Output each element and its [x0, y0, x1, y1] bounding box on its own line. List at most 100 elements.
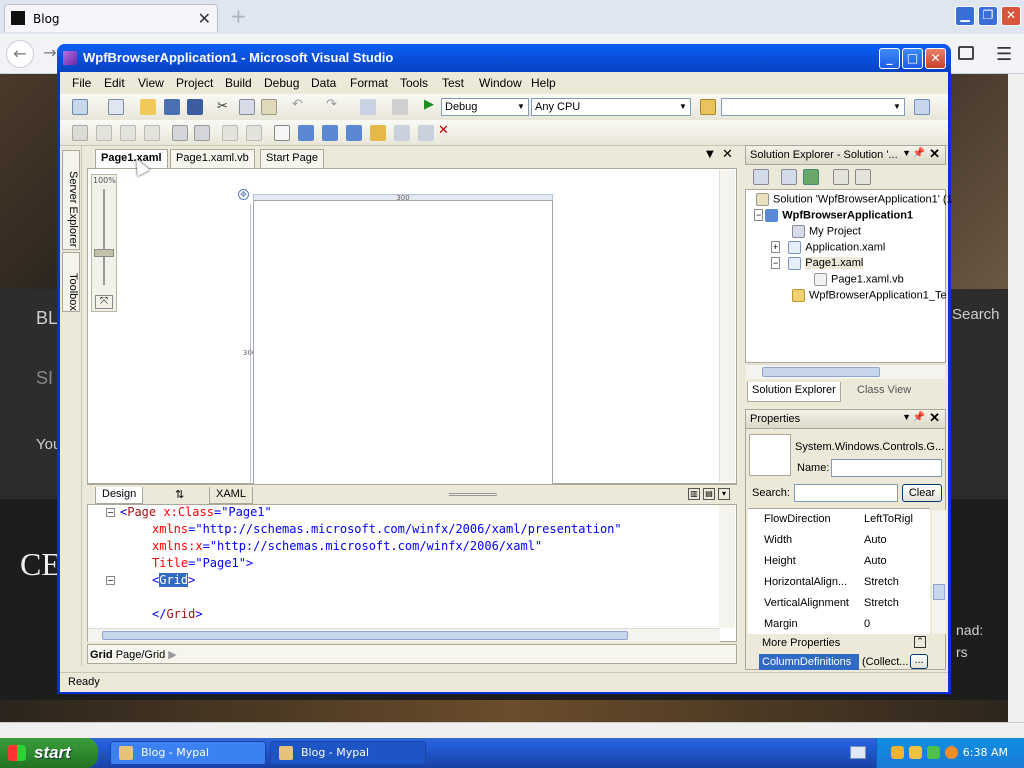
column-definitions-property[interactable]: ColumnDefinitions [759, 654, 859, 670]
class-view-tab[interactable]: Class View [853, 384, 915, 396]
network-icon[interactable] [927, 746, 940, 759]
undo-icon[interactable]: ↶ [292, 97, 308, 113]
tab-close-icon[interactable]: ✕ [198, 9, 211, 28]
splitter-grip[interactable] [449, 493, 497, 496]
navigate-forward-icon[interactable] [392, 99, 408, 115]
property-row[interactable]: Margin 0 [748, 614, 928, 635]
page-canvas[interactable] [253, 200, 553, 484]
search-icon[interactable] [945, 746, 958, 759]
open-file-icon[interactable] [140, 99, 156, 115]
property-row[interactable]: FlowDirection LeftToRigl [748, 509, 928, 530]
show-all-files-icon[interactable] [781, 169, 797, 185]
menu-view[interactable]: View [138, 76, 164, 90]
fit-to-window-icon[interactable]: ⤧ [95, 295, 113, 309]
vs-close-button[interactable]: ✕ [925, 48, 946, 69]
page-search-link[interactable]: Search [952, 306, 1000, 323]
designer-vertical-scrollbar[interactable] [719, 170, 735, 482]
breadcrumb-current[interactable]: Grid [90, 649, 113, 661]
breadcrumb-path[interactable]: Page/Grid [116, 649, 166, 661]
pin-icon[interactable]: 📌 [913, 148, 925, 159]
pane-dropdown-icon[interactable]: ▼ [902, 412, 911, 422]
cut-icon[interactable]: ✂ [217, 99, 233, 115]
menu-project[interactable]: Project [176, 76, 213, 90]
align-icon[interactable] [96, 125, 112, 141]
collection-editor-button[interactable]: ... [910, 654, 928, 669]
clear-button[interactable]: Clear [902, 484, 942, 502]
tree-item-application-xaml[interactable]: + Application.xaml [771, 241, 885, 254]
tab-page1-xaml-vb[interactable]: Page1.xaml.vb [170, 149, 255, 168]
tray-app-icon[interactable] [891, 746, 904, 759]
text-icon[interactable] [144, 125, 160, 141]
new-tab-button[interactable]: + [230, 4, 247, 28]
clear-bookmarks-icon[interactable]: ✕ [438, 123, 454, 139]
page-nav-blog[interactable]: BL [36, 308, 58, 329]
collapse-pane-icon[interactable]: ▾ [718, 488, 730, 500]
property-value[interactable]: Stretch [864, 576, 899, 588]
doc-close-icon[interactable]: ✕ [722, 147, 733, 162]
zoom-thumb[interactable] [94, 249, 114, 257]
redo-icon[interactable]: ↷ [326, 97, 342, 113]
taskbar-button-mypal-2[interactable]: Blog - Mypal [270, 741, 426, 765]
horizontal-split-icon[interactable]: ▤ [703, 488, 715, 500]
tab-start-page[interactable]: Start Page [260, 149, 324, 168]
solution-explorer-tab[interactable]: Solution Explorer [747, 382, 841, 402]
property-row[interactable]: Height Auto [748, 551, 928, 572]
hscroll-thumb[interactable] [762, 367, 880, 377]
menu-icon[interactable]: ☰ [996, 44, 1012, 65]
vertical-split-icon[interactable]: ▥ [688, 488, 700, 500]
save-icon[interactable] [164, 99, 180, 115]
bookmark-doc-next-icon[interactable] [418, 125, 434, 141]
browser-vertical-scrollbar[interactable] [1008, 74, 1024, 722]
indent-icon[interactable] [172, 125, 188, 141]
breadcrumb-arrow-icon[interactable]: ▶ [168, 649, 176, 661]
property-row[interactable]: VerticalAlignment Stretch [748, 593, 928, 614]
vs-minimize-button[interactable]: _ [879, 48, 900, 69]
start-button[interactable]: start [0, 738, 98, 768]
save-all-icon[interactable] [187, 99, 203, 115]
zoom-slider[interactable]: 100% ⤧ [91, 174, 117, 312]
back-button[interactable]: ← [6, 40, 34, 68]
menu-data[interactable]: Data [311, 76, 336, 90]
bookmark-folder-prev-icon[interactable] [346, 125, 362, 141]
scroll-thumb[interactable] [933, 584, 945, 600]
shield-icon[interactable] [909, 746, 922, 759]
navigate-backward-icon[interactable] [360, 99, 376, 115]
pane-close-icon[interactable]: ✕ [929, 146, 940, 162]
xaml-tab[interactable]: XAML [209, 487, 253, 504]
doc-dropdown-icon[interactable]: ▼ [706, 149, 714, 160]
tree-item-project[interactable]: − WpfBrowserApplication1 [754, 209, 913, 222]
bookmark-folder-next-icon[interactable] [370, 125, 386, 141]
start-debugging-icon[interactable]: ▶ [424, 97, 440, 113]
bookmark-doc-prev-icon[interactable] [394, 125, 410, 141]
menu-help[interactable]: Help [531, 76, 556, 90]
align-icon[interactable] [72, 125, 88, 141]
solution-platform-combo[interactable]: Any CPU ▼ [531, 98, 691, 116]
menu-edit[interactable]: Edit [104, 76, 125, 90]
move-handle-icon[interactable]: ✥ [238, 189, 249, 200]
copy-icon[interactable] [239, 99, 255, 115]
menu-debug[interactable]: Debug [264, 76, 299, 90]
toolbox-tab[interactable]: Toolbox [62, 252, 80, 312]
properties-search-input[interactable] [794, 484, 898, 502]
find-in-files-icon[interactable] [700, 99, 716, 115]
paste-icon[interactable] [261, 99, 277, 115]
browser-close-button[interactable]: ✕ [1001, 6, 1021, 26]
menu-tools[interactable]: Tools [400, 76, 428, 90]
vs-title-bar[interactable]: WpfBrowserApplication1 - Microsoft Visua… [57, 44, 951, 72]
collapse-outline-icon[interactable]: − [106, 508, 115, 517]
solution-tree-hscrollbar[interactable] [746, 364, 945, 379]
bookmark-next-icon[interactable] [322, 125, 338, 141]
solution-configuration-combo[interactable]: Debug ▼ [441, 98, 529, 116]
view-designer-icon[interactable] [855, 169, 871, 185]
menu-build[interactable]: Build [225, 76, 252, 90]
collapse-icon[interactable]: − [754, 209, 764, 222]
tree-item-my-project[interactable]: My Project [792, 225, 861, 238]
taskbar-button-mypal-1[interactable]: Blog - Mypal [110, 741, 266, 765]
pointer-icon[interactable] [120, 125, 136, 141]
property-row[interactable]: HorizontalAlign... Stretch [748, 572, 928, 593]
property-value[interactable]: Stretch [864, 597, 899, 609]
property-row[interactable]: Width Auto [748, 530, 928, 551]
comment-icon[interactable] [222, 125, 238, 141]
pane-close-icon[interactable]: ✕ [929, 410, 940, 426]
properties-icon[interactable] [753, 169, 769, 185]
